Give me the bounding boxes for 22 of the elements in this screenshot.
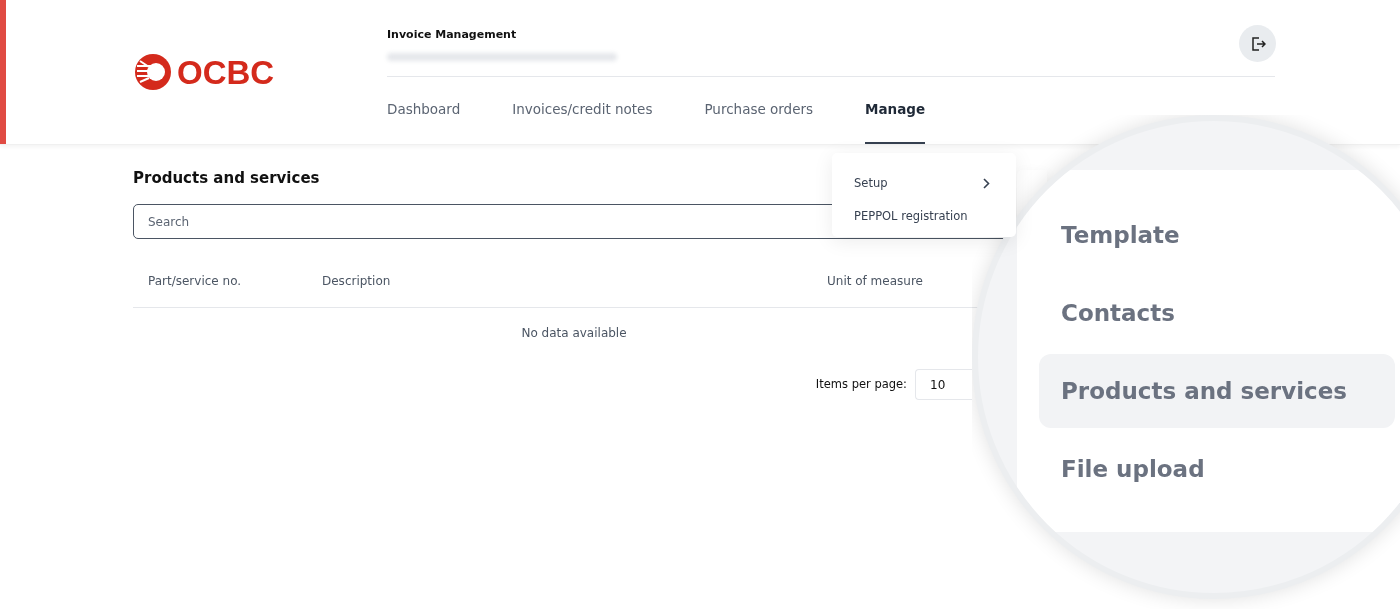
app-title: Invoice Management — [387, 27, 518, 43]
column-header: Description — [322, 273, 392, 290]
items-per-page-label: Items per page: — [815, 375, 907, 393]
logout-button[interactable] — [1239, 25, 1276, 62]
column-header: Unit of measure — [827, 273, 923, 290]
submenu-item[interactable]: Contacts — [1039, 276, 1395, 350]
submenu-item[interactable]: File upload — [1039, 432, 1395, 506]
submenu-item[interactable]: Products and services — [1039, 354, 1395, 428]
nav-tab[interactable]: Dashboard — [387, 77, 461, 144]
nav-tab[interactable]: Invoices/credit notes — [512, 77, 653, 144]
page-title: Products and services — [133, 169, 320, 187]
logout-icon — [1249, 35, 1266, 52]
column-header: Part/service no. — [147, 273, 243, 290]
menu-item[interactable]: Setup — [832, 167, 1016, 200]
items-per-page-select[interactable]: 10 — [915, 369, 972, 400]
logo-icon — [133, 52, 173, 92]
nav-tab[interactable]: Manage — [865, 77, 926, 144]
logo-text: OCBC — [177, 55, 275, 89]
empty-message: No data available — [520, 325, 628, 342]
nav-tab[interactable]: Purchase orders — [704, 77, 814, 144]
chevron-right-icon — [983, 178, 990, 189]
submenu-item[interactable]: Template — [1039, 198, 1395, 272]
